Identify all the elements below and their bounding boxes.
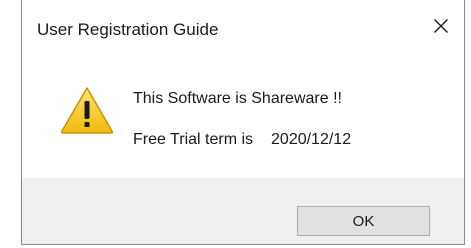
message-area: This Software is Shareware !! Free Trial… [22, 52, 464, 178]
button-bar: OK [22, 178, 464, 244]
ok-button[interactable]: OK [297, 206, 430, 236]
close-icon [433, 18, 449, 34]
shareware-message: This Software is Shareware !! [133, 90, 342, 107]
dialog-window: User Registration Guide This Software is… [21, 0, 465, 245]
warning-icon [60, 86, 114, 134]
trial-term-message: Free Trial term is 2020/12/12 [133, 131, 351, 149]
dialog-title: User Registration Guide [37, 20, 219, 39]
trial-term-date: 2020/12/12 [271, 131, 352, 148]
title-bar[interactable]: User Registration Guide [22, 0, 464, 52]
trial-term-label: Free Trial term is [133, 131, 254, 148]
close-button[interactable] [418, 0, 464, 52]
